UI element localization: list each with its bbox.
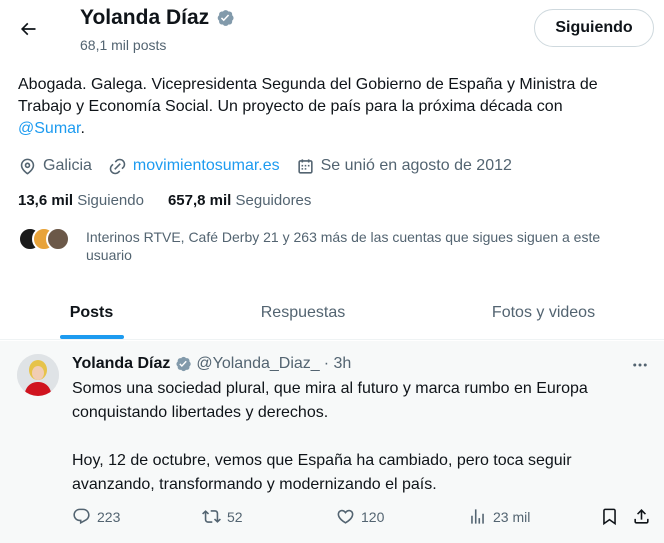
- active-tab-indicator: [60, 335, 124, 339]
- tab-label: Fotos y videos: [491, 303, 596, 321]
- bio-end: .: [80, 120, 85, 137]
- views-count: 23 mil: [493, 508, 531, 525]
- profile-meta: Galicia movimientosumar.es Se unió en ag…: [18, 154, 528, 178]
- back-button[interactable]: [10, 11, 46, 47]
- tweet-header: Yolanda Díaz @Yolanda_Diaz_ · 3h: [72, 355, 351, 373]
- followers-count-link[interactable]: 657,8 mil Seguidores: [168, 192, 311, 209]
- calendar-icon: [298, 158, 313, 174]
- share-button[interactable]: [632, 507, 651, 526]
- location-icon: [20, 158, 35, 175]
- share-icon: [634, 509, 649, 524]
- bookmark-icon: [603, 508, 616, 526]
- like-button[interactable]: 120: [336, 507, 384, 526]
- bookmark-button[interactable]: [600, 507, 619, 526]
- known-followers-avatars: [18, 226, 74, 252]
- tab-fotos-videos[interactable]: Fotos y videos: [423, 286, 664, 339]
- tweet-handle[interactable]: @Yolanda_Diaz_: [196, 355, 319, 373]
- tab-respuestas[interactable]: Respuestas: [183, 286, 423, 339]
- location-item: Galicia: [18, 157, 92, 176]
- profile-bio: Abogada. Galega. Vicepresidenta Segunda …: [18, 74, 648, 140]
- back-arrow-icon: [20, 22, 36, 36]
- repost-icon: [202, 510, 221, 523]
- tweet-author-name[interactable]: Yolanda Díaz: [72, 355, 170, 373]
- link-icon: [109, 158, 126, 174]
- verified-badge-icon: [176, 356, 192, 372]
- header-title: Yolanda Díaz: [80, 6, 235, 30]
- known-followers[interactable]: Interinos RTVE, Café Derby 21 y 263 más …: [18, 226, 646, 264]
- follow-counts: 13,6 mil Siguiendo 657,8 mil Seguidores: [18, 192, 335, 209]
- verified-badge-icon: [217, 10, 234, 26]
- reply-count: 223: [97, 508, 121, 525]
- like-count: 120: [361, 508, 385, 525]
- known-followers-text: Interinos RTVE, Café Derby 21 y 263 más …: [86, 229, 601, 263]
- tweet-more-button[interactable]: [628, 353, 652, 377]
- joined-text: Se unió en agosto de 2012: [320, 157, 512, 174]
- tweet[interactable]: Yolanda Díaz @Yolanda_Diaz_ · 3h Somos u…: [0, 341, 664, 543]
- reply-button[interactable]: 223: [72, 507, 120, 526]
- tweet-time[interactable]: · 3h: [324, 355, 352, 373]
- bio-mention-link[interactable]: @Sumar: [18, 120, 80, 137]
- followers-label: Seguidores: [235, 192, 312, 209]
- website-link[interactable]: movimientosumar.es: [133, 157, 280, 175]
- joined-item: Se unió en agosto de 2012: [296, 157, 512, 176]
- following-count: 13,6 mil: [18, 192, 74, 209]
- more-icon: [633, 363, 647, 367]
- tab-label: Posts: [69, 303, 114, 321]
- profile-name: Yolanda Díaz: [80, 6, 210, 29]
- avatar-image: [17, 354, 59, 396]
- tweet-actions: 223 52 120 23 mil: [72, 507, 656, 529]
- profile-header: Yolanda Díaz 68,1 mil posts Siguiendo: [0, 0, 664, 62]
- reply-icon: [73, 508, 90, 525]
- tweet-paragraph: Hoy, 12 de octubre, vemos que España ha …: [72, 452, 572, 493]
- profile-tabs: Posts Respuestas Fotos y videos: [0, 286, 664, 340]
- posts-count: 68,1 mil posts: [80, 37, 167, 53]
- following-count-link[interactable]: 13,6 mil Siguiendo: [18, 192, 144, 209]
- tweet-text: Somos una sociedad plural, que mira al f…: [72, 377, 652, 521]
- tweet-paragraph: Somos una sociedad plural, que mira al f…: [72, 380, 588, 421]
- tab-label: Respuestas: [260, 303, 346, 321]
- views-icon: [471, 509, 484, 524]
- avatar: [46, 227, 70, 251]
- bio-text: Abogada. Galega. Vicepresidenta Segunda …: [18, 76, 598, 115]
- tab-posts[interactable]: Posts: [0, 286, 183, 339]
- following-button[interactable]: Siguiendo: [534, 9, 654, 47]
- location-text: Galicia: [43, 157, 92, 174]
- followers-count: 657,8 mil: [167, 192, 232, 209]
- like-icon: [337, 509, 354, 524]
- repost-count: 52: [227, 508, 243, 525]
- views-button[interactable]: 23 mil: [468, 507, 530, 526]
- avatar[interactable]: [17, 354, 59, 396]
- website-item: movimientosumar.es: [108, 157, 280, 176]
- following-label: Siguiendo: [77, 192, 144, 209]
- repost-button[interactable]: 52: [202, 507, 243, 526]
